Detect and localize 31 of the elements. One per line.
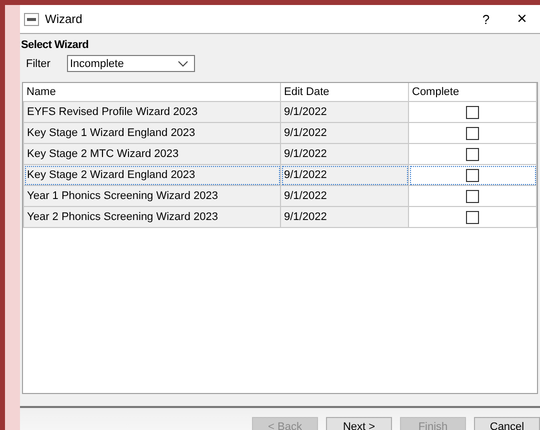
name-cell[interactable]: Key Stage 2 MTC Wizard 2023 [24, 144, 280, 164]
filter-dropdown[interactable]: Incomplete [67, 55, 195, 72]
filter-label: Filter [26, 58, 52, 70]
complete-checkbox[interactable] [466, 210, 479, 224]
date-cell: 9/1/2022 [280, 206, 408, 228]
close-button[interactable]: × [504, 9, 540, 29]
date-cell: 9/1/2022 [280, 144, 408, 164]
column-header[interactable]: Complete [408, 83, 536, 102]
name-cell[interactable]: Key Stage 1 Wizard England 2023 [24, 122, 280, 144]
name-cell[interactable]: EYFS Revised Profile Wizard 2023 [24, 102, 280, 122]
date-cell: 9/1/2022 [280, 164, 408, 186]
chevron-down-icon [178, 60, 188, 66]
name-cell[interactable]: Year 1 Phonics Screening Wizard 2023 [24, 186, 280, 206]
date-cell: 9/1/2022 [280, 122, 408, 144]
complete-checkbox[interactable] [466, 106, 479, 118]
date-cell: 9/1/2022 [280, 102, 408, 122]
column-header[interactable]: Name [24, 83, 280, 102]
column-header[interactable]: Edit Date [280, 83, 408, 102]
wizard-nav-button[interactable]: Cancel [474, 417, 540, 430]
window-title: Wizard [45, 12, 84, 26]
complete-checkbox[interactable] [466, 148, 479, 160]
section-heading: Select Wizard [20, 38, 90, 51]
date-cell: 9/1/2022 [280, 186, 408, 206]
complete-checkbox[interactable] [466, 126, 479, 140]
complete-checkbox[interactable] [466, 168, 479, 182]
app-logo-icon [24, 12, 39, 26]
complete-checkbox[interactable] [466, 190, 479, 202]
name-cell[interactable]: Year 2 Phonics Screening Wizard 2023 [24, 206, 280, 228]
wizard-nav-button[interactable]: Next > [326, 417, 392, 430]
name-cell[interactable]: Key Stage 2 Wizard England 2023 [24, 164, 280, 186]
help-button[interactable]: ? [468, 12, 504, 26]
